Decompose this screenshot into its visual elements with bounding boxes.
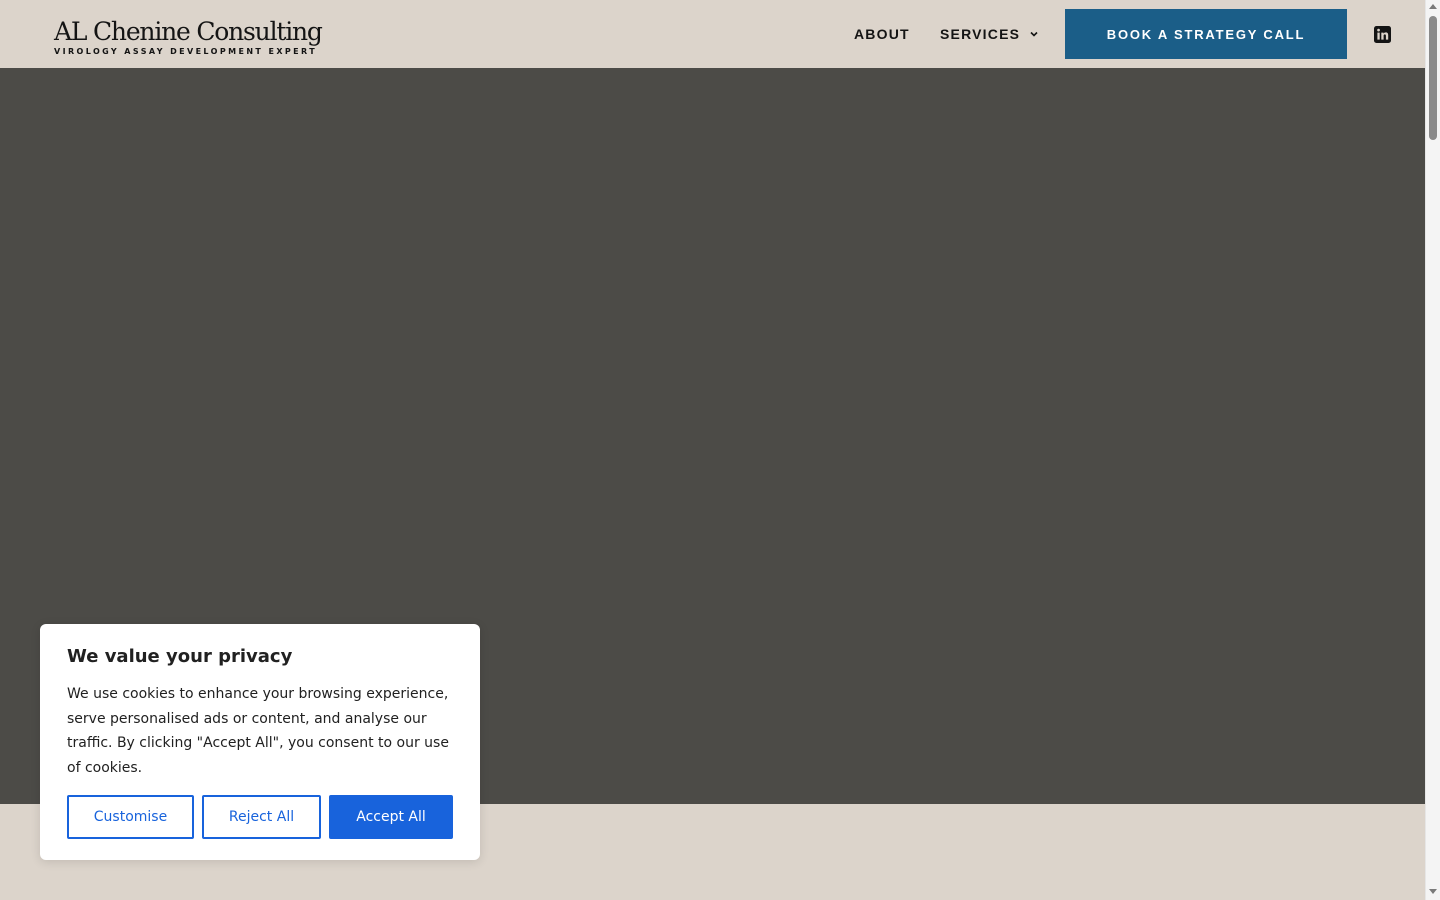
nav-about-link[interactable]: ABOUT: [854, 26, 910, 42]
site-logo[interactable]: AL Chenine Consulting VIROLOGY ASSAY DEV…: [54, 17, 323, 57]
accept-all-button[interactable]: Accept All: [329, 795, 453, 839]
book-strategy-call-button[interactable]: BOOK A STRATEGY CALL: [1065, 9, 1347, 59]
nav-services-menu[interactable]: SERVICES: [940, 26, 1039, 42]
customise-button[interactable]: Customise: [67, 795, 194, 839]
page-scrollbar[interactable]: [1425, 0, 1440, 900]
nav-services-label: SERVICES: [940, 26, 1021, 42]
logo-tagline: VIROLOGY ASSAY DEVELOPMENT EXPERT: [54, 47, 318, 56]
reject-all-button[interactable]: Reject All: [202, 795, 321, 839]
scroll-down-arrow-icon[interactable]: [1429, 889, 1437, 894]
logo-title: AL Chenine Consulting: [54, 17, 323, 46]
cookie-banner-title: We value your privacy: [67, 646, 293, 667]
scrollbar-thumb[interactable]: [1429, 16, 1437, 140]
site-header: AL Chenine Consulting VIROLOGY ASSAY DEV…: [0, 0, 1425, 68]
cookie-banner-text: We use cookies to enhance your browsing …: [67, 686, 449, 776]
linkedin-icon[interactable]: [1374, 26, 1391, 43]
scroll-up-arrow-icon[interactable]: [1429, 4, 1437, 9]
cookie-consent-banner: We value your privacy We use cookies to …: [40, 624, 480, 860]
chevron-down-icon: [1030, 31, 1038, 37]
